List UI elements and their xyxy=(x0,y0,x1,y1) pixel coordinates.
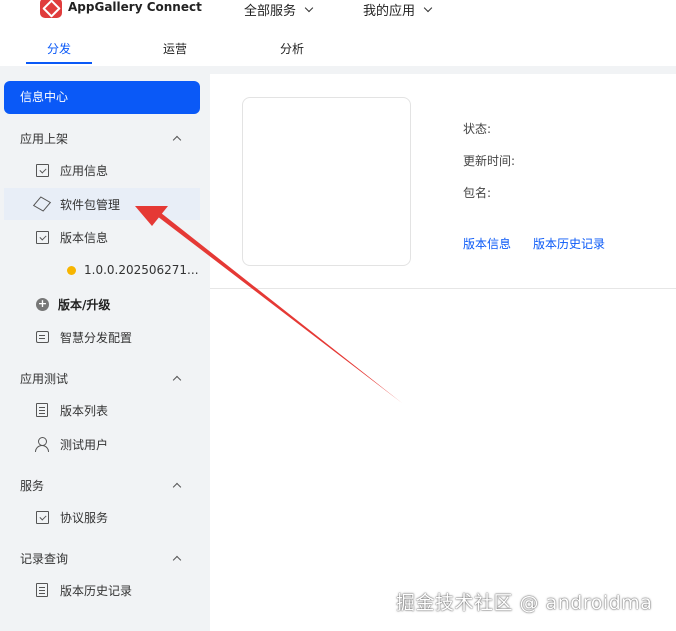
sidebar-item-package-management[interactable]: 软件包管理 xyxy=(4,188,200,220)
my-apps-menu[interactable]: 我的应用 xyxy=(363,0,433,19)
status-label: 状态: xyxy=(463,122,492,136)
sidebar-item-label: 版本列表 xyxy=(60,403,109,418)
sidebar-item-label: 测试用户 xyxy=(60,437,109,452)
update-time-label: 更新时间: xyxy=(463,154,516,168)
brand-name[interactable]: AppGallery Connect xyxy=(68,0,202,14)
page: AppGallery Connect 全部服务 我的应用 分发 运营 分析 信息… xyxy=(0,0,676,631)
main-content: 状态: 更新时间: 包名: 版本信息 版本历史记录 xyxy=(210,74,676,631)
tab-operations[interactable]: 运营 xyxy=(163,40,187,57)
document-icon xyxy=(34,509,50,525)
sidebar-item-label: 版本/升级 xyxy=(58,297,111,312)
sidebar-item-version-history[interactable]: 版本历史记录 xyxy=(4,574,200,606)
package-gear-icon xyxy=(32,196,52,212)
top-header: AppGallery Connect 全部服务 我的应用 分发 运营 分析 xyxy=(0,0,676,66)
content-divider xyxy=(210,288,676,289)
sidebar-group-records[interactable]: 记录查询 xyxy=(20,550,68,567)
sidebar-item-version-list[interactable]: 版本列表 xyxy=(4,394,200,426)
sidebar-item-label: 应用信息 xyxy=(60,163,109,178)
sidebar-item-label: 智慧分发配置 xyxy=(60,330,133,345)
sidebar-item-app-info[interactable]: 应用信息 xyxy=(4,154,200,186)
chevron-down-icon xyxy=(304,3,314,12)
sidebar-item-version-number[interactable]: 1.0.0.202506271... xyxy=(4,254,200,286)
version-info-link[interactable]: 版本信息 xyxy=(463,235,511,252)
sidebar-group-release[interactable]: 应用上架 xyxy=(20,130,68,147)
all-services-label: 全部服务 xyxy=(244,4,297,19)
sidebar-item-test-users[interactable]: 测试用户 xyxy=(4,428,200,460)
chevron-up-icon[interactable] xyxy=(172,135,182,145)
watermark: 掘金技术社区 @ androidma xyxy=(396,592,653,614)
active-tab-indicator xyxy=(26,62,92,64)
history-list-icon xyxy=(34,582,50,598)
tab-distribution[interactable]: 分发 xyxy=(47,40,71,57)
tab-analytics[interactable]: 分析 xyxy=(280,40,304,57)
sidebar-item-agreement[interactable]: 协议服务 xyxy=(4,501,200,533)
sidebar-item-version-info[interactable]: 版本信息 xyxy=(4,221,200,253)
user-icon xyxy=(34,436,50,452)
sidebar-item-label: 版本历史记录 xyxy=(60,583,133,598)
version-history-link[interactable]: 版本历史记录 xyxy=(533,235,605,252)
document-icon xyxy=(34,162,50,178)
appgallery-logo-icon[interactable] xyxy=(40,0,62,18)
sidebar-item-label: 协议服务 xyxy=(60,510,109,525)
chevron-down-icon xyxy=(423,3,433,12)
sidebar-item-smart-distribution[interactable]: 智慧分发配置 xyxy=(4,321,200,353)
my-apps-label: 我的应用 xyxy=(363,4,416,19)
sidebar-item-version-upgrade[interactable]: + 版本/升级 xyxy=(4,288,200,320)
all-services-menu[interactable]: 全部服务 xyxy=(244,0,314,19)
sidebar-item-label: 版本信息 xyxy=(60,230,109,245)
sidebar-group-testing[interactable]: 应用测试 xyxy=(20,370,68,387)
status-dot-icon xyxy=(67,265,76,275)
sidebar-group-services[interactable]: 服务 xyxy=(20,477,44,494)
sidebar-item-info-center[interactable]: 信息中心 xyxy=(4,81,200,114)
chevron-up-icon[interactable] xyxy=(172,375,182,385)
sidebar: 信息中心 应用上架 应用信息 软件包管理 版本信息 1.0.0.20250627… xyxy=(0,74,210,631)
header-divider xyxy=(0,66,676,74)
version-number-label: 1.0.0.202506271... xyxy=(84,263,199,277)
version-document-icon xyxy=(34,229,50,245)
main-tabs: 分发 运营 分析 xyxy=(0,40,676,66)
list-icon xyxy=(34,402,50,418)
add-circle-icon: + xyxy=(36,296,49,311)
sidebar-item-label: 软件包管理 xyxy=(60,197,121,212)
chevron-up-icon[interactable] xyxy=(172,482,182,492)
smart-distribution-icon xyxy=(34,329,50,345)
chevron-up-icon[interactable] xyxy=(172,555,182,565)
app-icon-placeholder xyxy=(242,97,411,266)
package-name-label: 包名: xyxy=(463,186,492,200)
